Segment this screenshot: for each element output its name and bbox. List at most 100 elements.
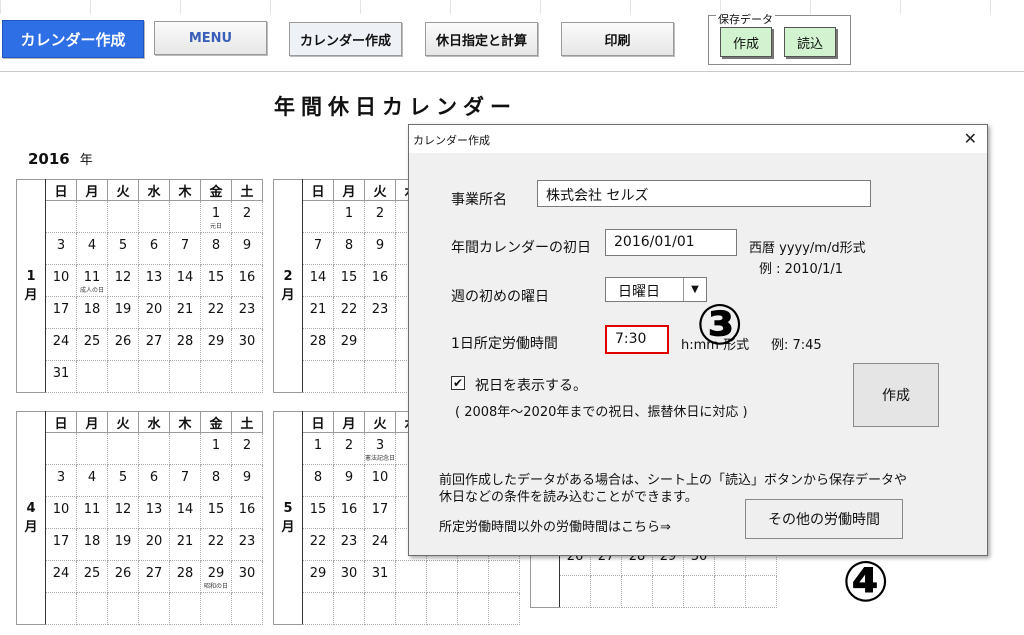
day-number: 10 [52, 502, 70, 517]
day-cell: 24 [45, 328, 77, 361]
day-cell [200, 592, 232, 625]
day-cell: 12 [107, 496, 139, 529]
year-unit: 年 [79, 153, 93, 168]
day-number: 30 [238, 334, 256, 349]
day-cell: 14 [302, 264, 334, 297]
save-create-button[interactable]: 作成 [720, 27, 772, 57]
day-cell [302, 360, 334, 393]
day-cell [364, 328, 396, 361]
day-cell: 19 [107, 296, 139, 329]
day-number: 8 [211, 470, 221, 485]
day-number: 31 [52, 366, 70, 381]
day-cell: 4 [76, 232, 108, 265]
day-cell: 9 [231, 464, 263, 497]
day-number: 17 [371, 502, 389, 517]
day-cell [76, 360, 108, 393]
month-label: 4 月 [16, 411, 46, 625]
day-cell: 26 [107, 560, 139, 593]
day-number: 25 [83, 566, 101, 581]
date-format-example: 例 : 2010/1/1 [759, 262, 844, 277]
week-start-select[interactable]: 日曜日 ▼ [605, 277, 707, 302]
day-number: 25 [83, 334, 101, 349]
day-number: 29 [207, 334, 225, 349]
day-number: 22 [207, 302, 225, 317]
print-button[interactable]: 印刷 [561, 22, 674, 56]
day-number: 21 [176, 534, 194, 549]
create-button[interactable]: 作成 [853, 363, 939, 427]
save-load-button[interactable]: 読込 [784, 27, 836, 57]
day-cell: 14 [169, 264, 201, 297]
day-number: 9 [242, 470, 252, 485]
calendar-create-button[interactable]: カレンダー作成 [289, 22, 402, 56]
day-cell: 7 [169, 464, 201, 497]
sheet-title: 年間休日カレンダー [274, 95, 517, 119]
day-cell: 26 [107, 328, 139, 361]
day-number: 7 [180, 238, 190, 253]
day-cell [488, 592, 520, 625]
sheet-grid [0, 0, 1024, 14]
day-cell: 18 [76, 296, 108, 329]
day-number: 11 [83, 502, 101, 517]
holiday-note: 昭和の日 [203, 583, 228, 590]
day-cell: 25 [76, 328, 108, 361]
day-cell: 17 [364, 496, 396, 529]
day-cell: 27 [138, 328, 170, 361]
day-number: 29 [207, 566, 225, 581]
month-calendar: 4 月日月火水木金土 1 2 3 4 5 6 7 8 9 10 11 12 13 14 15 16 17 18 19 2… [16, 411, 263, 625]
day-number: 11 [83, 270, 101, 285]
day-cell: 15 [302, 496, 334, 529]
weekday-header: 月 [76, 179, 108, 201]
menu-button[interactable]: MENU [154, 21, 267, 55]
work-hours-input[interactable]: 7:30 [605, 325, 669, 354]
day-cell [45, 592, 77, 625]
day-number: 23 [238, 302, 256, 317]
other-work-hours-button[interactable]: その他の労働時間 [745, 499, 903, 539]
day-cell [488, 560, 520, 593]
day-number: 5 [118, 470, 128, 485]
day-cell [231, 592, 263, 625]
show-holidays-checkbox[interactable]: ✔ [451, 376, 465, 390]
day-number: 18 [83, 302, 101, 317]
first-day-input[interactable]: 2016/01/01 [605, 229, 737, 256]
day-number: 21 [309, 302, 327, 317]
day-cell: 6 [138, 464, 170, 497]
day-cell: 8 [200, 464, 232, 497]
day-cell: 10 [45, 264, 77, 297]
day-number: 2 [242, 206, 252, 221]
calendar-create-main-button[interactable]: カレンダー作成 [2, 20, 144, 58]
day-cell: 29 [333, 328, 365, 361]
day-cell: 20 [138, 296, 170, 329]
holidays-range-note: ( 2008年～2020年までの祝日、振替休日に対応 ) [455, 405, 748, 420]
day-cell: 15 [200, 496, 232, 529]
day-number: 15 [207, 502, 225, 517]
weekday-header: 土 [231, 411, 263, 433]
day-cell: 3 [45, 232, 77, 265]
day-cell [333, 592, 365, 625]
day-cell: 16 [364, 264, 396, 297]
day-number: 31 [371, 566, 389, 581]
day-cell: 27 [138, 560, 170, 593]
day-cell: 24 [364, 528, 396, 561]
day-number: 9 [242, 238, 252, 253]
day-number: 12 [114, 502, 132, 517]
weekday-header: 火 [364, 179, 396, 201]
day-cell: 1 [333, 200, 365, 233]
day-cell: 21 [169, 296, 201, 329]
day-number: 19 [114, 302, 132, 317]
close-icon[interactable]: ✕ [964, 129, 977, 148]
day-cell: 1 元日 [200, 200, 232, 233]
month-label: 5 月 [273, 411, 303, 625]
day-cell: 3 [45, 464, 77, 497]
day-cell [138, 432, 170, 465]
holiday-calc-button[interactable]: 休日指定と計算 [425, 22, 538, 56]
day-cell [395, 560, 427, 593]
day-cell [169, 200, 201, 233]
day-cell: 20 [138, 528, 170, 561]
day-number: 14 [176, 270, 194, 285]
day-cell [302, 592, 334, 625]
office-name-input[interactable]: 株式会社 セルズ [537, 180, 871, 207]
day-number: 4 [87, 238, 97, 253]
day-number: 26 [114, 566, 132, 581]
day-cell: 12 [107, 264, 139, 297]
day-cell [590, 575, 622, 608]
